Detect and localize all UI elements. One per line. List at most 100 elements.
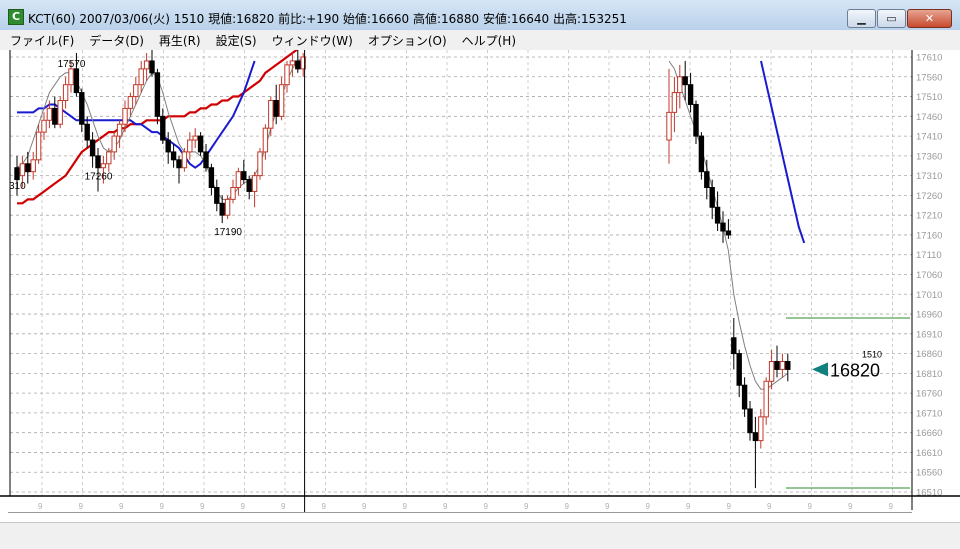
candle-right (779, 361, 786, 370)
candle-right (731, 337, 737, 355)
menu-window[interactable]: ウィンドウ(W) (272, 32, 353, 49)
x-tick-mark: 9 (38, 502, 43, 511)
candle (122, 107, 128, 125)
y-tick-label: 16910 (916, 329, 942, 340)
y-tick-label: 17160 (916, 230, 942, 241)
candle-right (687, 84, 694, 105)
y-tick-label: 16960 (916, 310, 942, 321)
status-bar (0, 522, 960, 549)
candle (278, 84, 285, 117)
candle (203, 151, 209, 169)
x-tick-mark: 9 (403, 502, 408, 511)
last-price-marker-icon (812, 362, 828, 377)
candle (262, 127, 269, 153)
candle (224, 198, 231, 216)
candle-right (709, 187, 715, 208)
ma-mid-line-right (760, 60, 806, 244)
candle (46, 107, 53, 121)
candle-right (741, 384, 748, 410)
y-tick-label: 17310 (916, 171, 942, 182)
menu-replay[interactable]: 再生(R) (159, 32, 201, 49)
candle-right (758, 416, 764, 442)
x-tick-mark: 9 (686, 502, 691, 511)
x-tick-mark: 9 (848, 502, 853, 511)
candle (68, 68, 74, 86)
y-tick-label: 16760 (916, 389, 942, 400)
x-tick-mark: 9 (727, 502, 732, 511)
candle-right (774, 361, 780, 370)
x-tick-mark: 9 (281, 502, 286, 511)
y-tick-label: 17060 (916, 270, 942, 281)
x-tick-mark: 9 (484, 502, 489, 511)
candle (149, 60, 155, 74)
x-tick-mark: 9 (524, 502, 529, 511)
candle (25, 163, 31, 173)
x-tick-mark: 9 (646, 502, 651, 511)
y-tick-label: 17610 (916, 53, 942, 64)
candle (62, 84, 69, 102)
candle (14, 167, 20, 181)
x-tick-mark: 9 (241, 502, 246, 511)
candle-right (785, 361, 791, 370)
candlestick-chart[interactable]: 17610 17560 17510 17460 17410 17360 17310 17260… (0, 48, 960, 518)
y-tick-label: 17510 (916, 92, 942, 103)
candle-right (720, 222, 726, 232)
y-tick-label: 16860 (916, 349, 942, 360)
candle (111, 135, 117, 153)
candle (133, 84, 139, 98)
x-tick-mark: 9 (79, 502, 84, 511)
candle (295, 60, 301, 70)
last-price-time: 1510 (862, 349, 882, 359)
candle (170, 151, 177, 161)
candle (95, 155, 101, 169)
x-tick-mark: 9 (605, 502, 610, 511)
menu-data[interactable]: データ(D) (89, 32, 144, 49)
candle (19, 163, 26, 177)
x-tick-mark: 9 (160, 502, 165, 511)
candle (187, 139, 193, 153)
candle-right (693, 103, 699, 137)
x-tick-mark: 9 (565, 502, 570, 511)
y-tick-label: 16710 (916, 408, 942, 419)
window-controls: ▁ ▭ ✕ (846, 9, 952, 28)
candle-right (747, 408, 753, 434)
candle (106, 151, 112, 165)
candle (100, 163, 107, 169)
maximize-button[interactable]: ▭ (877, 9, 906, 28)
candle-right (725, 230, 732, 236)
candle-right (682, 76, 688, 86)
candle (160, 115, 166, 141)
candle (84, 123, 90, 141)
x-tick-mark: 9 (889, 502, 894, 511)
candle (235, 171, 242, 188)
candle-right (677, 76, 683, 94)
candle (143, 60, 150, 70)
menu-file[interactable]: ファイル(F) (10, 32, 74, 49)
minimize-button[interactable]: ▁ (847, 9, 876, 28)
candle (89, 139, 96, 157)
menu-options[interactable]: オプション(O) (368, 32, 447, 49)
chart-area[interactable]: 17610 17560 17510 17460 17410 17360 17310 17260… (0, 48, 960, 548)
menu-settings[interactable]: 設定(S) (216, 32, 257, 49)
candle-right (736, 353, 742, 386)
y-tick-label: 17110 (916, 250, 942, 261)
candle-right (698, 135, 705, 173)
candle (30, 159, 36, 173)
price-annotation: 17260 (85, 172, 113, 183)
candle-right (768, 361, 775, 382)
candle (154, 72, 161, 117)
menu-help[interactable]: ヘルプ(H) (462, 32, 516, 49)
candle (138, 68, 144, 86)
candle (251, 175, 258, 192)
last-price-label: 16820 (830, 360, 880, 380)
candle (52, 107, 58, 125)
x-tick-mark: 9 (200, 502, 205, 511)
candle-right (704, 171, 710, 188)
candle (241, 171, 247, 181)
candle (197, 135, 204, 153)
candle (127, 96, 134, 109)
close-button[interactable]: ✕ (907, 9, 952, 28)
candle (57, 100, 63, 125)
candle (219, 202, 225, 216)
x-tick-mark: 9 (362, 502, 367, 511)
